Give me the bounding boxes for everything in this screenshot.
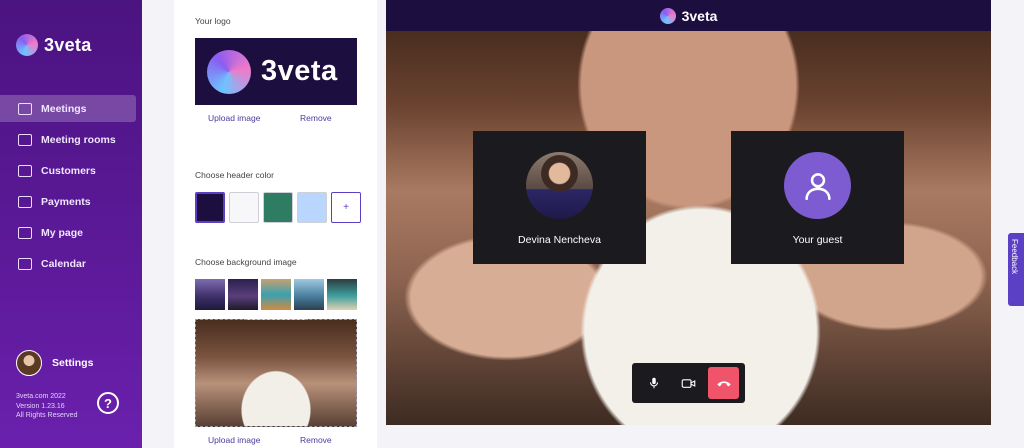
remove-logo-button[interactable]: Remove xyxy=(300,113,332,123)
camera-button[interactable] xyxy=(673,367,704,399)
hang-up-icon xyxy=(716,381,731,387)
settings-label: Settings xyxy=(52,357,94,369)
background-thumb[interactable] xyxy=(195,279,225,310)
footer-version: Version 1.23.16 xyxy=(16,402,65,410)
video-camera-icon xyxy=(681,378,696,388)
sidebar-item-meetings[interactable]: Meetings xyxy=(0,95,136,122)
host-name: Devina Nencheva xyxy=(518,234,601,246)
header-brand-name: 3veta xyxy=(681,7,718,24)
host-avatar xyxy=(526,152,593,219)
logo-section-label: Your logo xyxy=(195,16,231,26)
avatar xyxy=(16,350,42,376)
header-color-label: Choose header color xyxy=(195,170,274,180)
add-color-button[interactable]: + xyxy=(331,192,361,223)
color-swatch-dark[interactable] xyxy=(195,192,225,223)
host-video-tile: Devina Nencheva xyxy=(473,131,646,264)
color-swatch-white[interactable] xyxy=(229,192,259,223)
monitor-icon xyxy=(18,226,32,239)
chat-icon xyxy=(18,102,32,115)
contact-book-icon xyxy=(18,164,32,177)
upload-logo-button[interactable]: Upload image xyxy=(208,113,260,123)
footer-copyright: 3veta.com 2022 xyxy=(16,393,66,400)
brand[interactable]: 3veta xyxy=(16,34,92,56)
feedback-tab[interactable]: Feedback xyxy=(1008,233,1024,306)
call-controls xyxy=(632,363,745,403)
logo-preview: 3veta xyxy=(195,38,357,105)
microphone-button[interactable] xyxy=(638,367,669,399)
sidebar: 3veta Meetings Meeting rooms Customers P… xyxy=(0,0,142,448)
background-thumb[interactable] xyxy=(294,279,324,310)
color-swatch-light-blue[interactable] xyxy=(297,192,327,223)
sidebar-item-label: My page xyxy=(41,226,84,239)
sidebar-item-calendar[interactable]: Calendar xyxy=(0,250,136,277)
guest-video-tile: Your guest xyxy=(731,131,904,264)
sidebar-item-payments[interactable]: Payments xyxy=(0,188,136,215)
calendar-icon xyxy=(18,257,32,270)
branding-panel: Your logo 3veta Upload image Remove Choo… xyxy=(174,0,377,448)
help-icon[interactable]: ? xyxy=(97,392,119,414)
sidebar-item-my-page[interactable]: My page xyxy=(0,219,136,246)
settings-link[interactable]: Settings xyxy=(16,350,93,376)
guest-avatar xyxy=(784,152,851,219)
background-thumb[interactable] xyxy=(327,279,357,310)
header-logo-icon xyxy=(659,7,676,24)
background-image-label: Choose background image xyxy=(195,257,297,267)
footer-info: 3veta.com 2022 Version 1.23.16 All Right… xyxy=(16,392,77,421)
end-call-button[interactable] xyxy=(708,367,739,399)
footer-rights: All Rights Reserved xyxy=(16,412,78,419)
logo-text: 3veta xyxy=(261,55,338,87)
meeting-preview: 3veta Devina Nencheva Your guest xyxy=(386,0,991,425)
background-thumb[interactable] xyxy=(261,279,291,310)
sidebar-nav: Meetings Meeting rooms Customers Payment… xyxy=(0,95,136,281)
door-icon xyxy=(18,133,32,146)
meeting-header: 3veta xyxy=(386,0,991,31)
user-icon xyxy=(804,172,831,200)
color-swatch-green[interactable] xyxy=(263,192,293,223)
sidebar-item-label: Meetings xyxy=(41,102,87,115)
upload-background-button[interactable]: Upload image xyxy=(208,435,260,445)
background-preview xyxy=(195,319,357,427)
brand-name: 3veta xyxy=(44,34,92,55)
header-color-swatches: + xyxy=(195,192,361,223)
microphone-icon xyxy=(649,377,658,389)
background-thumbnails xyxy=(195,279,357,310)
background-thumb[interactable] xyxy=(228,279,258,310)
logo-ball-icon xyxy=(207,49,251,94)
sidebar-item-customers[interactable]: Customers xyxy=(0,157,136,184)
brand-logo-icon xyxy=(16,34,38,56)
sidebar-item-label: Payments xyxy=(41,195,91,208)
guest-name: Your guest xyxy=(792,234,843,246)
sidebar-item-label: Customers xyxy=(41,164,96,177)
sidebar-item-label: Meeting rooms xyxy=(41,133,116,146)
credit-card-icon xyxy=(18,195,32,208)
feedback-label: Feedback xyxy=(1010,239,1019,275)
sidebar-item-label: Calendar xyxy=(41,257,86,270)
remove-background-button[interactable]: Remove xyxy=(300,435,332,445)
sidebar-item-meeting-rooms[interactable]: Meeting rooms xyxy=(0,126,136,153)
